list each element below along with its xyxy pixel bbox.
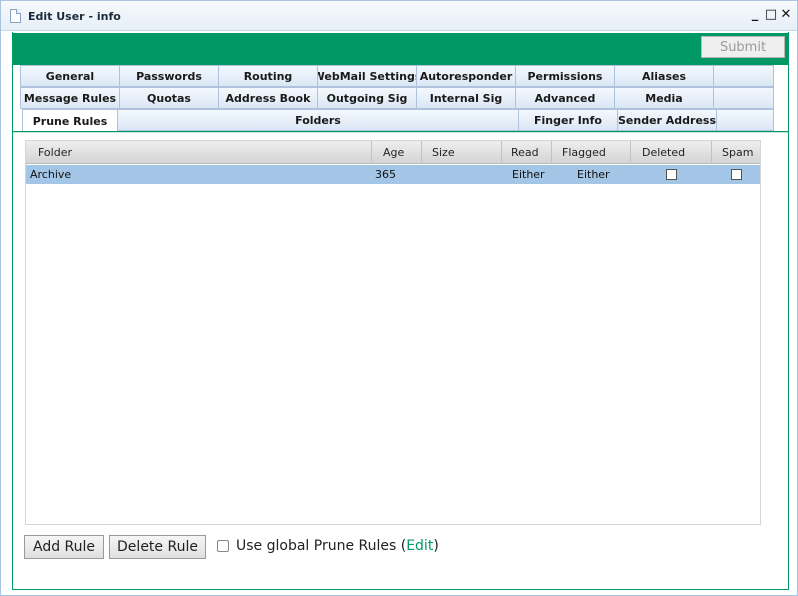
tab-general[interactable]: General <box>20 65 120 87</box>
tab-passwords[interactable]: Passwords <box>119 65 219 87</box>
tab-finger-info[interactable]: Finger Info <box>518 109 618 131</box>
close-button[interactable]: ✕ <box>779 7 793 23</box>
tab-advanced[interactable]: Advanced <box>515 87 615 109</box>
tab-webmail-settings[interactable]: WebMail Settings <box>317 65 417 87</box>
add-rule-button[interactable]: Add Rule <box>24 535 104 559</box>
row-read: Either <box>512 168 545 181</box>
tab-empty-row3 <box>716 109 774 131</box>
tab-media[interactable]: Media <box>614 87 714 109</box>
window-titlebar[interactable]: Edit User - info _ □ ✕ <box>1 1 797 31</box>
tab-permissions[interactable]: Permissions <box>515 65 615 87</box>
window-title: Edit User - info <box>28 10 121 23</box>
document-icon <box>10 9 21 23</box>
edit-global-rules-link[interactable]: Edit <box>406 538 433 554</box>
tab-prune-rules[interactable]: Prune Rules <box>22 109 118 133</box>
tab-underline <box>13 131 788 133</box>
tab-aliases[interactable]: Aliases <box>614 65 714 87</box>
column-header-age[interactable]: Age <box>372 141 422 164</box>
column-header-size[interactable]: Size <box>422 141 502 164</box>
tab-outgoing-sig[interactable]: Outgoing Sig <box>317 87 417 109</box>
column-header-read[interactable]: Read <box>502 141 552 164</box>
row-deleted-checkbox[interactable] <box>666 169 677 180</box>
column-header-folder[interactable]: Folder <box>26 141 372 164</box>
use-global-prune-rules-checkbox[interactable] <box>217 540 229 552</box>
header-bar: Submit <box>13 33 788 65</box>
grid-header: Folder Age Size Read Flagged Deleted Spa… <box>26 141 760 164</box>
column-header-spam[interactable]: Spam <box>712 141 760 164</box>
tab-empty-row2 <box>713 87 774 109</box>
delete-rule-button[interactable]: Delete Rule <box>109 535 206 559</box>
tab-internal-sig[interactable]: Internal Sig <box>416 87 516 109</box>
column-header-flagged[interactable]: Flagged <box>552 141 631 164</box>
row-folder: Archive <box>30 168 72 181</box>
grid-footer: Add Rule Delete Rule Use global Prune Ru… <box>24 535 764 559</box>
column-header-deleted[interactable]: Deleted <box>631 141 712 164</box>
tab-routing[interactable]: Routing <box>218 65 318 87</box>
table-row[interactable]: Archive 365 Either Either <box>26 165 760 184</box>
tab-address-book[interactable]: Address Book <box>218 87 318 109</box>
row-spam-checkbox[interactable] <box>731 169 742 180</box>
minimize-button[interactable]: _ <box>748 7 762 23</box>
edit-user-window: Edit User - info _ □ ✕ Submit General Pa… <box>0 0 798 596</box>
tab-sender-address[interactable]: Sender Address <box>617 109 717 131</box>
use-global-prune-rules-label: Use global Prune Rules (Edit) <box>236 538 439 554</box>
tab-autoresponder[interactable]: Autoresponder <box>416 65 516 87</box>
prune-rules-grid: Folder Age Size Read Flagged Deleted Spa… <box>25 140 761 525</box>
tab-empty-row1 <box>713 65 774 87</box>
edit-user-content: Submit General Passwords Routing WebMail… <box>12 32 789 590</box>
tab-message-rules[interactable]: Message Rules <box>20 87 120 109</box>
maximize-button[interactable]: □ <box>764 7 778 23</box>
row-age: 365 <box>375 168 396 181</box>
tab-folders[interactable]: Folders <box>117 109 519 131</box>
row-flagged: Either <box>577 168 610 181</box>
submit-button[interactable]: Submit <box>701 36 785 58</box>
tab-strip: General Passwords Routing WebMail Settin… <box>13 65 788 133</box>
tab-quotas[interactable]: Quotas <box>119 87 219 109</box>
